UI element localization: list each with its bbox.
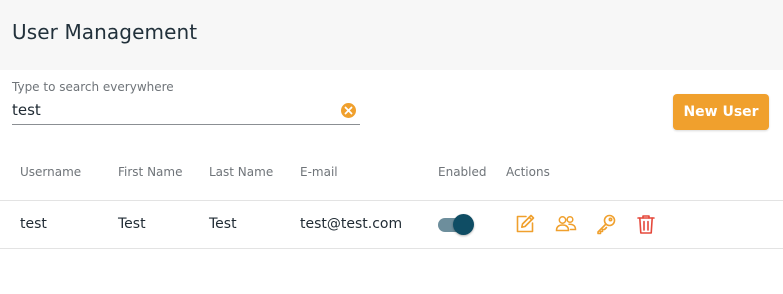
search-underline xyxy=(12,124,360,125)
column-header-actions: Actions xyxy=(506,165,550,179)
search-label: Type to search everywhere xyxy=(12,80,174,94)
enabled-toggle[interactable] xyxy=(438,214,474,236)
table-header-row: Username First Name Last Name E-mail Ena… xyxy=(0,152,783,201)
column-header-username[interactable]: Username xyxy=(20,165,81,179)
new-user-button[interactable]: New User xyxy=(673,94,769,130)
column-header-enabled[interactable]: Enabled xyxy=(438,165,487,179)
clear-circle-icon[interactable] xyxy=(341,103,356,118)
table-row: test Test Test test@test.com xyxy=(0,201,783,249)
trash-icon[interactable] xyxy=(634,212,658,236)
users-table: Username First Name Last Name E-mail Ena… xyxy=(0,152,783,249)
cell-first-name: Test xyxy=(118,216,146,232)
edit-icon[interactable] xyxy=(513,212,537,236)
users-icon[interactable] xyxy=(554,212,578,236)
cell-username: test xyxy=(20,216,47,232)
column-header-first-name[interactable]: First Name xyxy=(118,165,182,179)
toggle-knob xyxy=(453,214,474,235)
search-input[interactable] xyxy=(12,98,334,122)
page-header: User Management xyxy=(0,0,783,70)
cell-last-name: Test xyxy=(209,216,237,232)
page-title: User Management xyxy=(12,20,198,44)
column-header-last-name[interactable]: Last Name xyxy=(209,165,273,179)
column-header-email[interactable]: E-mail xyxy=(300,165,338,179)
cell-email: test@test.com xyxy=(300,216,403,232)
key-icon[interactable] xyxy=(594,212,618,236)
search-field: Type to search everywhere xyxy=(12,80,360,125)
